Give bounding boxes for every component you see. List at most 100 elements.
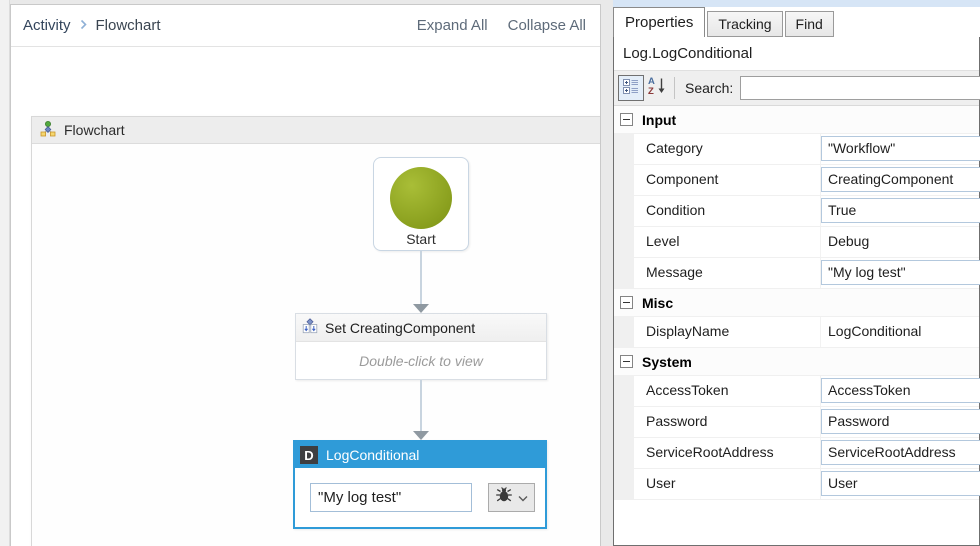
connector-start-to-set[interactable]	[413, 251, 429, 313]
property-value-field[interactable]: User	[821, 471, 980, 496]
property-search-input[interactable]	[740, 76, 980, 100]
flowchart-activity-container[interactable]: Flowchart Start	[31, 116, 600, 546]
property-value-field[interactable]: Password	[821, 409, 980, 434]
double-click-hint: Double-click to view	[359, 353, 483, 369]
categorized-view-icon	[623, 78, 639, 99]
chevron-right-icon	[80, 17, 87, 34]
category-name: Misc	[642, 295, 673, 311]
designer-canvas[interactable]: Flowchart Start	[11, 47, 600, 546]
properties-body: Log.LogConditional	[613, 36, 980, 546]
property-value-cell: ServiceRootAddress	[821, 438, 979, 468]
set-node-title: Set CreatingComponent	[325, 320, 475, 336]
log-message-input[interactable]	[310, 483, 472, 512]
property-value-cell: "My log test"	[821, 258, 979, 288]
sequence-activity-icon	[302, 318, 318, 337]
log-node-header[interactable]: D LogConditional	[295, 442, 545, 468]
property-value-cell: Debug	[821, 227, 979, 257]
designer-panel: Activity Flowchart Expand All Collapse A…	[10, 4, 601, 546]
category-header-misc[interactable]: Misc	[614, 289, 979, 317]
property-label[interactable]: DisplayName	[634, 317, 821, 347]
selected-object-name: Log.LogConditional	[614, 37, 979, 70]
start-circle-icon	[390, 167, 452, 229]
designer-view-links: Expand All Collapse All	[417, 17, 586, 34]
category-name: Input	[642, 112, 676, 128]
property-value-cell: AccessToken	[821, 376, 979, 406]
set-node-body[interactable]: Double-click to view	[296, 342, 546, 380]
tab-tracking[interactable]: Tracking	[707, 11, 782, 37]
connector-line	[420, 380, 422, 431]
collapse-minus-icon[interactable]	[620, 355, 633, 368]
row-indent	[614, 258, 634, 288]
property-value-field[interactable]: CreatingComponent	[821, 167, 980, 192]
property-label[interactable]: ServiceRootAddress	[634, 438, 821, 468]
property-label[interactable]: AccessToken	[634, 376, 821, 406]
property-row-message: Message "My log test"	[614, 258, 979, 289]
row-indent	[614, 376, 634, 406]
tab-find[interactable]: Find	[785, 11, 834, 37]
logconditional-node[interactable]: D LogConditional	[293, 440, 547, 529]
category-header-input[interactable]: Input	[614, 106, 979, 134]
row-indent	[614, 227, 634, 257]
bug-icon	[495, 487, 513, 508]
property-label[interactable]: Message	[634, 258, 821, 288]
property-grid: Input Category "Workflow" Component Crea…	[614, 106, 979, 500]
collapse-minus-icon[interactable]	[620, 113, 633, 126]
search-label: Search:	[685, 80, 733, 96]
collapse-minus-icon[interactable]	[620, 296, 633, 309]
log-node-title: LogConditional	[326, 447, 419, 463]
property-value-cell: User	[821, 469, 979, 499]
connector-set-to-log[interactable]	[413, 380, 429, 440]
flowchart-body: Start	[32, 144, 600, 546]
property-label[interactable]: Category	[634, 134, 821, 164]
property-value-field[interactable]: "Workflow"	[821, 136, 980, 161]
panel-splitter[interactable]	[601, 0, 613, 546]
breadcrumb-item-flowchart[interactable]: Flowchart	[96, 17, 161, 34]
property-row-displayname: DisplayName LogConditional	[614, 317, 979, 348]
breadcrumb: Activity Flowchart	[23, 17, 161, 34]
property-row-condition: Condition True	[614, 196, 979, 227]
d-letter-badge-icon: D	[300, 446, 318, 464]
property-label[interactable]: User	[634, 469, 821, 499]
categorized-view-button[interactable]	[618, 75, 644, 101]
arrowhead-down-icon	[413, 431, 429, 440]
breadcrumb-bar: Activity Flowchart Expand All Collapse A…	[11, 5, 600, 47]
properties-panel: Properties Tracking Find Log.LogConditio…	[613, 0, 980, 546]
property-row-accesstoken: AccessToken AccessToken	[614, 376, 979, 407]
property-label[interactable]: Level	[634, 227, 821, 257]
property-row-servicerootaddress: ServiceRootAddress ServiceRootAddress	[614, 438, 979, 469]
property-label[interactable]: Password	[634, 407, 821, 437]
property-value-cell: CreatingComponent	[821, 165, 979, 195]
property-value-field[interactable]: True	[821, 198, 980, 223]
expand-all-link[interactable]: Expand All	[417, 17, 488, 34]
row-indent	[614, 165, 634, 195]
row-indent	[614, 407, 634, 437]
flowchart-header[interactable]: Flowchart	[32, 117, 600, 144]
log-node-body	[295, 468, 545, 527]
workflow-designer-screen: Activity Flowchart Expand All Collapse A…	[0, 0, 980, 546]
property-label[interactable]: Component	[634, 165, 821, 195]
breadcrumb-item-activity[interactable]: Activity	[23, 17, 71, 34]
property-value-cell: LogConditional	[821, 317, 979, 347]
az-sort-descending-icon: A Z	[647, 75, 667, 101]
property-value-cell: Password	[821, 407, 979, 437]
tab-properties[interactable]: Properties	[613, 7, 705, 37]
svg-text:Z: Z	[648, 86, 654, 96]
properties-tabs: Properties Tracking Find	[613, 7, 980, 37]
property-row-password: Password Password	[614, 407, 979, 438]
set-node-header[interactable]: Set CreatingComponent	[296, 314, 546, 342]
start-node[interactable]: Start	[373, 157, 469, 251]
row-indent	[614, 438, 634, 468]
property-value-field[interactable]: "My log test"	[821, 260, 980, 285]
property-label[interactable]: Condition	[634, 196, 821, 226]
category-header-system[interactable]: System	[614, 348, 979, 376]
property-value-text[interactable]: Debug	[821, 227, 979, 256]
property-value-text[interactable]: LogConditional	[821, 317, 979, 346]
alphabetical-sort-button[interactable]: A Z	[644, 75, 670, 101]
flowchart-title: Flowchart	[64, 122, 125, 138]
property-value-field[interactable]: ServiceRootAddress	[821, 440, 980, 465]
log-level-dropdown-button[interactable]	[488, 483, 535, 512]
property-row-component: Component CreatingComponent	[614, 165, 979, 196]
set-creatingcomponent-node[interactable]: Set CreatingComponent Double-click to vi…	[295, 313, 547, 380]
collapse-all-link[interactable]: Collapse All	[508, 17, 586, 34]
property-value-field[interactable]: AccessToken	[821, 378, 980, 403]
